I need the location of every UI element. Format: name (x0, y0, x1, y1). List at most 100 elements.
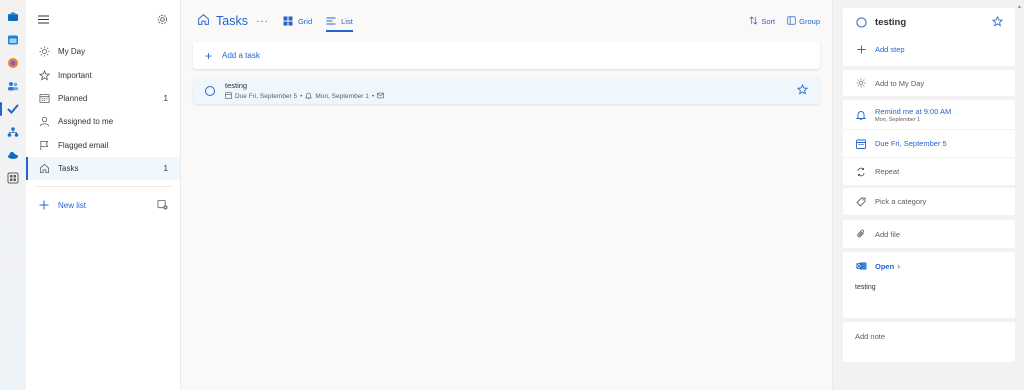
add-to-my-day-row: Add to My Day (843, 70, 1015, 96)
sun-icon (38, 46, 50, 58)
pick-category-button[interactable]: Pick a category (843, 188, 1015, 215)
sort-button[interactable]: Sort (749, 15, 776, 27)
onedrive-icon[interactable] (5, 147, 21, 163)
add-to-my-day-button[interactable]: Add to My Day (843, 70, 1015, 96)
importance-star-icon[interactable] (991, 15, 1004, 29)
pick-category-label: Pick a category (875, 197, 927, 206)
plus-icon (855, 44, 867, 54)
due-date-label: Due Fri, September 5 (875, 139, 947, 148)
mail-icon (377, 92, 385, 101)
view-grid-tab[interactable]: Grid (283, 10, 312, 32)
sidebar-header (26, 0, 180, 40)
plus-icon: + (205, 48, 213, 63)
due-date-button[interactable]: Due Fri, September 5 (843, 129, 1015, 157)
view-list-tab[interactable]: List (326, 10, 353, 32)
office-icon[interactable] (5, 55, 21, 71)
remind-sublabel: Mon, September 1 (875, 116, 921, 123)
main-pane: Tasks ··· Grid List Sort Group + Add a t… (181, 0, 1012, 390)
detail-pane: ▲ testing Add step Add to My Day Remind … (832, 0, 1024, 390)
group-icon (787, 15, 796, 27)
task-due: Due Fri, September 5 (235, 92, 298, 100)
task-text: testing Due Fri, September 5 • Mon, Sept… (225, 80, 385, 101)
task-row[interactable]: testing Due Fri, September 5 • Mon, Sept… (193, 77, 820, 104)
sidebar-item-assigned[interactable]: Assigned to me (26, 110, 180, 133)
list-icon (326, 16, 336, 26)
add-note-field[interactable]: Add note (843, 322, 1015, 362)
remind-text: Remind me at 9:00 AM Mon, September 1 (875, 107, 951, 123)
new-list-button[interactable]: New list (26, 193, 180, 217)
add-task-input[interactable]: + Add a task (193, 42, 820, 69)
repeat-button[interactable]: Repeat (843, 157, 1015, 185)
app-rail (0, 0, 26, 390)
task-title: testing (225, 80, 248, 90)
calendar-icon (38, 92, 50, 104)
task-reminder: Mon, September 1 (315, 92, 369, 100)
open-email-link[interactable]: Open (875, 262, 894, 271)
sidebar-item-label: My Day (58, 47, 86, 57)
sidebar-divider (34, 186, 172, 188)
add-file-button[interactable]: Add file (843, 220, 1015, 248)
add-step-label: Add step (875, 44, 905, 54)
complete-checkbox[interactable] (855, 16, 867, 28)
add-note-placeholder: Add note (855, 332, 886, 341)
sidebar-item-planned[interactable]: Planned 1 (26, 87, 180, 110)
sidebar-item-label: Tasks (58, 164, 79, 174)
add-file-label: Add file (875, 229, 901, 239)
sidebar-item-flagged[interactable]: Flagged email (26, 134, 180, 157)
add-task-placeholder: Add a task (222, 51, 260, 60)
paperclip-icon (855, 229, 867, 239)
sort-icon (749, 15, 758, 27)
person-icon (38, 116, 50, 128)
page-title-text: Tasks (216, 14, 248, 28)
grid-icon (283, 16, 293, 26)
mail-icon[interactable] (5, 9, 21, 25)
tag-icon (855, 197, 867, 207)
sidebar-item-important[interactable]: Important (26, 63, 180, 86)
chevron-right-icon: › (897, 261, 901, 271)
calendar-icon (855, 139, 867, 149)
new-group-icon[interactable] (157, 199, 168, 212)
org-icon[interactable] (5, 124, 21, 140)
toolbar: Tasks ··· Grid List Sort Group (181, 0, 832, 42)
meta-separator: • (300, 92, 303, 100)
people-icon[interactable] (5, 78, 21, 94)
new-list-label: New list (58, 200, 87, 210)
detail-scroll-up[interactable]: ▲ (1017, 4, 1022, 10)
sidebar-item-label: Important (58, 70, 92, 80)
remind-me-button[interactable]: Remind me at 9:00 AM Mon, September 1 (843, 100, 1015, 129)
sidebar-item-count: 1 (163, 93, 168, 103)
home-icon (197, 13, 210, 29)
sort-label: Sort (761, 16, 776, 26)
more-options-button[interactable]: ··· (256, 16, 269, 27)
hamburger-icon[interactable] (38, 15, 49, 26)
page-title: Tasks (197, 13, 248, 29)
sidebar-item-tasks[interactable]: Tasks 1 (26, 156, 180, 181)
todo-icon[interactable] (0, 101, 21, 117)
task-meta: Due Fri, September 5 • Mon, September 1 … (225, 91, 385, 101)
detail-title-card: testing Add step (843, 8, 1015, 66)
detail-title[interactable]: testing (875, 17, 906, 28)
sidebar-item-count: 1 (163, 164, 168, 174)
sidebar-item-my-day[interactable]: My Day (26, 40, 180, 63)
group-label: Group (799, 16, 820, 26)
detail-title-row: testing (843, 8, 1015, 36)
importance-star-icon[interactable] (796, 83, 809, 97)
group-button[interactable]: Group (787, 15, 820, 27)
complete-checkbox[interactable] (205, 85, 215, 96)
apps-icon[interactable] (5, 170, 21, 186)
meta-separator: • (371, 92, 375, 100)
sidebar-item-label: Assigned to me (58, 117, 114, 127)
star-icon (38, 69, 50, 81)
sidebar-item-label: Planned (58, 93, 88, 103)
plus-icon (38, 199, 50, 211)
linked-email-card: Open › testing (843, 252, 1015, 318)
add-file-row: Add file (843, 220, 1015, 248)
outlook-icon (855, 261, 867, 271)
open-email-row[interactable]: Open › (843, 252, 1015, 280)
sidebar: My Day Important Planned 1 Assigned to m… (26, 0, 181, 390)
add-step-button[interactable]: Add step (843, 36, 1015, 62)
calendar-icon[interactable] (5, 32, 21, 48)
toolbar-actions: Sort Group (749, 15, 820, 27)
linked-email-text: testing (855, 284, 876, 291)
settings-icon[interactable] (157, 14, 168, 27)
